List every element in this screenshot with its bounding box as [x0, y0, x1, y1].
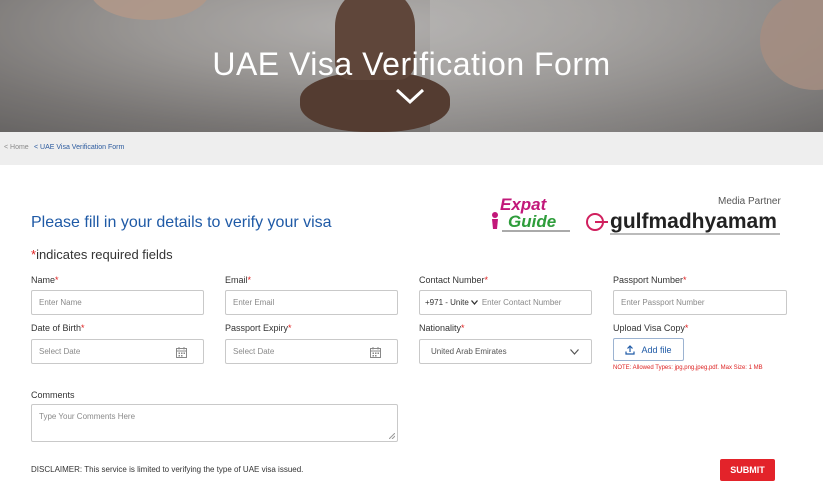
- gulf-logo-text: gulfmadhyamam: [610, 210, 777, 233]
- calendar-icon[interactable]: [370, 347, 381, 358]
- comments-label: Comments: [31, 390, 75, 400]
- contact-number-label: Contact Number*: [419, 275, 489, 285]
- page-title: UAE Visa Verification Form: [212, 46, 611, 82]
- calendar-icon[interactable]: [176, 347, 187, 358]
- contact-number-field[interactable]: +971 - Unite Enter Contact Number: [419, 290, 592, 315]
- expat-logo-word2: Guide: [508, 212, 556, 231]
- passport-number-input[interactable]: Enter Passport Number: [613, 290, 787, 315]
- name-input[interactable]: Enter Name: [31, 290, 204, 315]
- dob-label: Date of Birth*: [31, 323, 85, 333]
- passport-expiry-label: Passport Expiry*: [225, 323, 292, 333]
- chevron-down-icon[interactable]: [470, 300, 478, 305]
- email-label: Email*: [225, 275, 252, 285]
- upload-icon: [625, 344, 636, 355]
- disclaimer-text: DISCLAIMER: This service is limited to v…: [31, 465, 304, 474]
- add-file-button[interactable]: Add file: [613, 338, 684, 361]
- comments-textarea[interactable]: Type Your Comments Here: [31, 404, 398, 442]
- required-fields-note: *indicates required fields: [31, 247, 173, 262]
- nationality-select[interactable]: United Arab Emirates: [419, 339, 592, 364]
- form-heading: Please fill in your details to verify yo…: [31, 214, 332, 231]
- expat-guide-logo: Expat Guide: [492, 195, 570, 232]
- resize-handle-icon[interactable]: [389, 433, 395, 439]
- email-input[interactable]: Enter Email: [225, 290, 398, 315]
- chevron-down-icon[interactable]: [570, 349, 579, 355]
- breadcrumb-home-link[interactable]: < Home: [4, 144, 29, 151]
- add-file-label: Add file: [641, 344, 672, 355]
- name-label: Name*: [31, 275, 59, 285]
- passport-expiry-input[interactable]: Select Date: [225, 339, 398, 364]
- dob-input[interactable]: Select Date: [31, 339, 204, 364]
- upload-visa-label: Upload Visa Copy*: [613, 323, 689, 333]
- upload-note: NOTE: Allowed Types: jpg,png,jpeg,pdf. M…: [613, 365, 763, 371]
- submit-button[interactable]: SUBMIT: [720, 459, 775, 481]
- contact-number-input[interactable]: Enter Contact Number: [482, 298, 562, 307]
- required-text: indicates required fields: [36, 247, 173, 262]
- country-code-select[interactable]: +971 - Unite: [425, 298, 469, 307]
- passport-number-label: Passport Number*: [613, 275, 687, 285]
- gulfmadhyamam-logo: gulfmadhyamam: [586, 210, 780, 235]
- hero-banner: UAE Visa Verification Form: [0, 0, 823, 132]
- nationality-label: Nationality*: [419, 323, 465, 333]
- breadcrumb-current-link[interactable]: < UAE Visa Verification Form: [34, 144, 124, 151]
- chevron-down-icon[interactable]: [394, 86, 426, 106]
